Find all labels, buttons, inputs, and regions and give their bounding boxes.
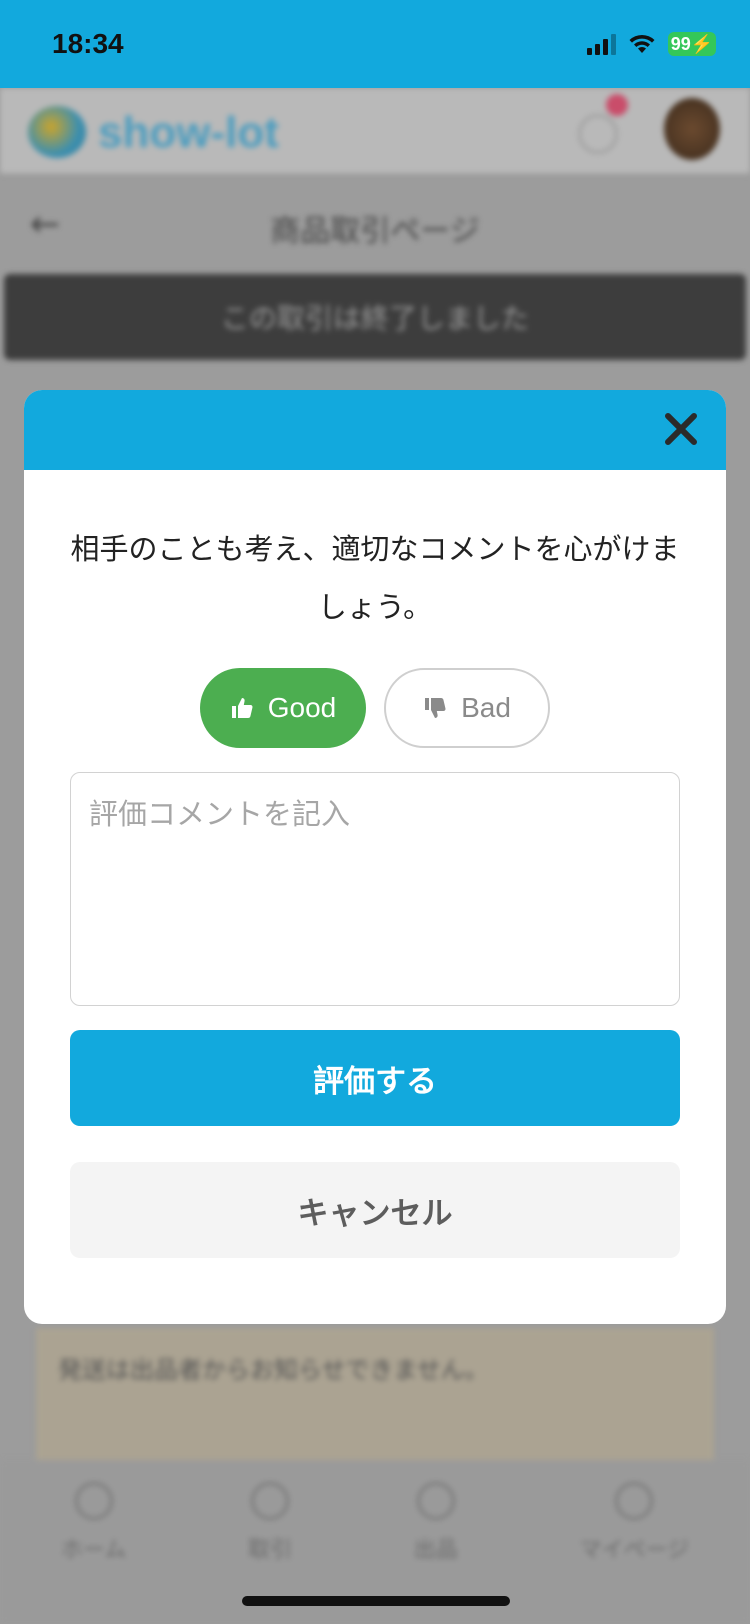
notification-badge <box>606 94 628 116</box>
status-banner: この取引は終了しました <box>4 274 746 360</box>
bell-icon <box>578 114 618 154</box>
modal-header <box>24 390 726 470</box>
close-button[interactable] <box>660 408 702 450</box>
battery-icon: 99 ⚡ <box>668 32 716 56</box>
rating-modal: 相手のことも考え、適切なコメントを心がけましょう。 Good Bad 評価する … <box>24 390 726 1324</box>
status-bar: 18:34 99 ⚡ <box>0 0 750 88</box>
user-icon <box>615 1482 654 1520</box>
home-icon <box>74 1482 113 1520</box>
tab-home: ホーム <box>61 1482 126 1624</box>
tab-label: 取引 <box>247 1538 292 1563</box>
comment-input[interactable] <box>70 772 680 1006</box>
rating-selector: Good Bad <box>24 668 726 748</box>
tab-mypage: マイページ <box>579 1482 690 1624</box>
close-icon <box>665 413 697 445</box>
tab-label: ホーム <box>60 1538 127 1563</box>
trade-icon <box>250 1482 289 1520</box>
thumbs-down-icon <box>425 698 446 718</box>
app-header: show-lot <box>0 88 750 174</box>
bad-button[interactable]: Bad <box>384 668 550 748</box>
tab-label: 出品 <box>413 1538 458 1563</box>
good-button[interactable]: Good <box>200 668 366 748</box>
cancel-button[interactable]: キャンセル <box>70 1162 680 1258</box>
thumbs-up-icon <box>231 698 253 718</box>
wifi-icon <box>629 34 655 53</box>
battery-level: 99 <box>670 33 691 54</box>
good-label: Good <box>267 692 337 723</box>
app-logo-icon <box>28 106 86 158</box>
tab-label: マイページ <box>579 1538 690 1563</box>
home-indicator[interactable] <box>242 1596 510 1606</box>
cellular-signal-icon <box>587 33 616 55</box>
status-indicators: 99 ⚡ <box>587 32 716 56</box>
notice-text: 発送は出品者からお知らせできません。 <box>58 1356 489 1384</box>
comment-guideline: 相手のことも考え、適切なコメントを心がけましょう。 <box>70 532 680 624</box>
status-time: 18:34 <box>52 28 124 59</box>
page-title: 商品取引ページ <box>270 214 480 249</box>
bag-icon <box>416 1482 455 1520</box>
bad-label: Bad <box>461 692 511 723</box>
app-logo-text: show-lot <box>98 108 279 157</box>
title-bar: ← 商品取引ページ <box>0 174 750 274</box>
avatar <box>664 98 720 160</box>
submit-rating-button[interactable]: 評価する <box>70 1030 680 1126</box>
